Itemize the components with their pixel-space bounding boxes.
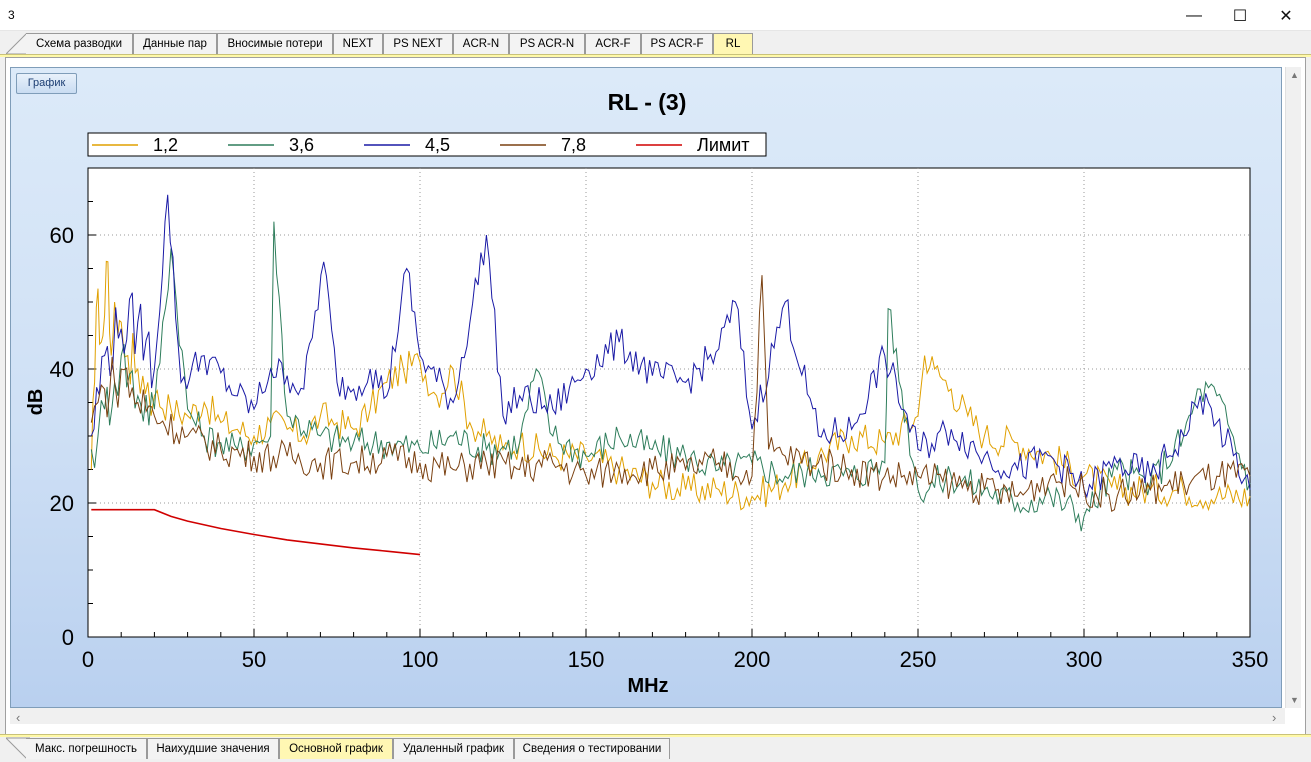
horizontal-scrollbar[interactable]: ‹ › xyxy=(10,708,1285,725)
y-tick-label: 60 xyxy=(50,223,74,248)
tab-remote-graph[interactable]: Удаленный график xyxy=(393,738,514,759)
plot-area xyxy=(87,167,1251,638)
legend-label: 4,5 xyxy=(425,135,450,155)
x-tick-label: 250 xyxy=(900,647,937,672)
scroll-up-icon[interactable]: ▲ xyxy=(1290,70,1299,80)
chart-title: RL - (3) xyxy=(608,89,687,115)
x-tick-label: 100 xyxy=(402,647,439,672)
tab-test-info[interactable]: Сведения о тестировании xyxy=(514,738,670,759)
x-tick-label: 150 xyxy=(568,647,605,672)
x-tick-label: 350 xyxy=(1232,647,1269,672)
tab-max-error[interactable]: Макс. погрешность xyxy=(26,738,147,759)
scroll-right-icon[interactable]: › xyxy=(1272,710,1276,725)
scroll-left-icon[interactable]: ‹ xyxy=(16,710,20,725)
x-tick-label: 300 xyxy=(1066,647,1103,672)
y-axis-label: dB xyxy=(25,389,47,416)
chart-legend: 1,2 3,6 4,5 7,8 Лимит xyxy=(87,132,767,157)
x-axis-label: MHz xyxy=(627,675,668,697)
scroll-down-icon[interactable]: ▼ xyxy=(1290,695,1299,705)
y-tick-label: 40 xyxy=(50,357,74,382)
y-tick-labels: 0 20 40 60 xyxy=(50,223,74,650)
vertical-scrollbar[interactable]: ▲ ▼ xyxy=(1285,67,1301,708)
legend-label: Лимит xyxy=(697,135,750,155)
x-tick-label: 200 xyxy=(734,647,771,672)
x-tick-label: 50 xyxy=(242,647,266,672)
legend-label: 7,8 xyxy=(561,135,586,155)
x-tick-labels: 0 50 100 150 200 250 300 350 xyxy=(82,647,1268,672)
tab-worst-values[interactable]: Наихудшие значения xyxy=(147,738,279,759)
legend-label: 1,2 xyxy=(153,135,178,155)
legend-label: 3,6 xyxy=(289,135,314,155)
graph-button[interactable]: График xyxy=(16,73,77,94)
rl-chart: RL - (3) 1,2 3,6 4,5 7,8 Лимит 0 20 40 60 0 50 10… xyxy=(25,89,1268,697)
tab-main-graph[interactable]: Основной график xyxy=(279,738,393,759)
y-tick-label: 0 xyxy=(62,625,74,650)
bottom-tab-strip: Макс. погрешность Наихудшие значения Осн… xyxy=(0,737,1311,759)
y-tick-label: 20 xyxy=(50,491,74,516)
x-tick-label: 0 xyxy=(82,647,94,672)
